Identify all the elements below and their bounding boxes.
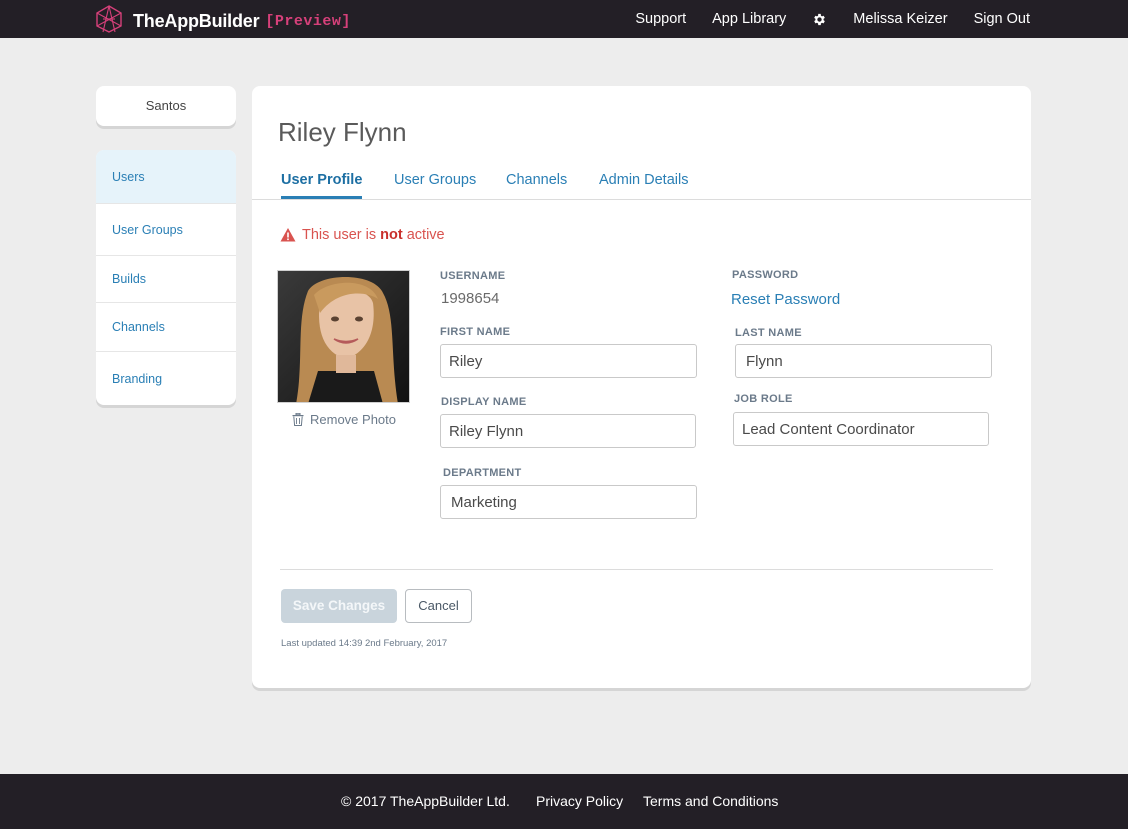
sidebar-item-users[interactable]: Users bbox=[96, 150, 236, 204]
first-name-field[interactable] bbox=[440, 344, 697, 378]
job-role-label: JOB ROLE bbox=[734, 393, 793, 405]
username-value: 1998654 bbox=[441, 290, 500, 307]
footer-copyright: © 2017 TheAppBuilder Ltd. bbox=[341, 793, 510, 809]
top-nav: Support App Library Melissa Keizer Sign … bbox=[609, 0, 1030, 38]
user-menu[interactable]: Melissa Keizer bbox=[853, 11, 947, 27]
display-name-label: DISPLAY NAME bbox=[441, 396, 527, 408]
form-divider bbox=[280, 569, 993, 570]
last-name-label: LAST NAME bbox=[735, 327, 802, 339]
sign-out-link[interactable]: Sign Out bbox=[974, 11, 1030, 27]
tab-user-groups[interactable]: User Groups bbox=[394, 160, 476, 199]
first-name-label: FIRST NAME bbox=[440, 326, 511, 338]
username-label: USERNAME bbox=[440, 270, 506, 282]
support-link[interactable]: Support bbox=[635, 11, 686, 27]
sidebar-item-builds[interactable]: Builds bbox=[96, 256, 236, 303]
last-name-field[interactable] bbox=[735, 344, 992, 378]
last-updated-text: Last updated 14:39 2nd February, 2017 bbox=[281, 638, 448, 649]
warning-suffix: active bbox=[402, 227, 445, 243]
warning-triangle-icon bbox=[280, 227, 302, 243]
remove-photo-label: Remove Photo bbox=[310, 412, 396, 427]
terms-link[interactable]: Terms and Conditions bbox=[643, 793, 778, 809]
footer: © 2017 TheAppBuilder Ltd. Privacy Policy… bbox=[0, 774, 1128, 829]
app-logo[interactable]: TheAppBuilder [Preview] bbox=[94, 4, 351, 39]
gear-icon[interactable] bbox=[812, 12, 827, 27]
job-role-field[interactable] bbox=[733, 412, 989, 446]
sidebar-menu: Users User Groups Builds Channels Brandi… bbox=[96, 150, 236, 405]
cancel-button[interactable]: Cancel bbox=[405, 589, 472, 623]
display-name-field[interactable] bbox=[440, 414, 696, 448]
app-library-link[interactable]: App Library bbox=[712, 11, 786, 27]
page-title: Riley Flynn bbox=[278, 117, 407, 147]
org-selector[interactable]: Santos bbox=[96, 86, 236, 126]
reset-password-link[interactable]: Reset Password bbox=[731, 291, 840, 308]
tab-channels[interactable]: Channels bbox=[506, 160, 567, 199]
sidebar-item-branding[interactable]: Branding bbox=[96, 352, 236, 405]
user-profile-card: Riley Flynn User Profile User Groups Cha… bbox=[252, 86, 1031, 688]
tab-user-profile[interactable]: User Profile bbox=[281, 160, 363, 199]
warning-prefix: This user is bbox=[302, 227, 381, 243]
privacy-policy-link[interactable]: Privacy Policy bbox=[536, 793, 623, 809]
profile-tabs: User Profile User Groups Channels Admin … bbox=[252, 160, 1031, 200]
password-label: PASSWORD bbox=[732, 269, 799, 281]
department-label: DEPARTMENT bbox=[443, 467, 522, 479]
warning-emphasis: not bbox=[380, 227, 403, 243]
profile-photo[interactable] bbox=[277, 270, 410, 403]
trash-icon bbox=[292, 413, 310, 426]
inactive-warning: This user is not active bbox=[280, 227, 445, 243]
save-changes-button[interactable]: Save Changes bbox=[281, 589, 397, 623]
preview-tag: [Preview] bbox=[265, 13, 351, 30]
logo-icon bbox=[94, 4, 124, 39]
sidebar-item-channels[interactable]: Channels bbox=[96, 303, 236, 352]
remove-photo-button[interactable]: Remove Photo bbox=[292, 412, 396, 427]
department-field[interactable] bbox=[440, 485, 697, 519]
tab-admin-details[interactable]: Admin Details bbox=[599, 160, 688, 199]
sidebar-item-user-groups[interactable]: User Groups bbox=[96, 204, 236, 256]
brand-name: TheAppBuilder bbox=[133, 11, 260, 31]
top-bar: TheAppBuilder [Preview] Support App Libr… bbox=[0, 0, 1128, 38]
